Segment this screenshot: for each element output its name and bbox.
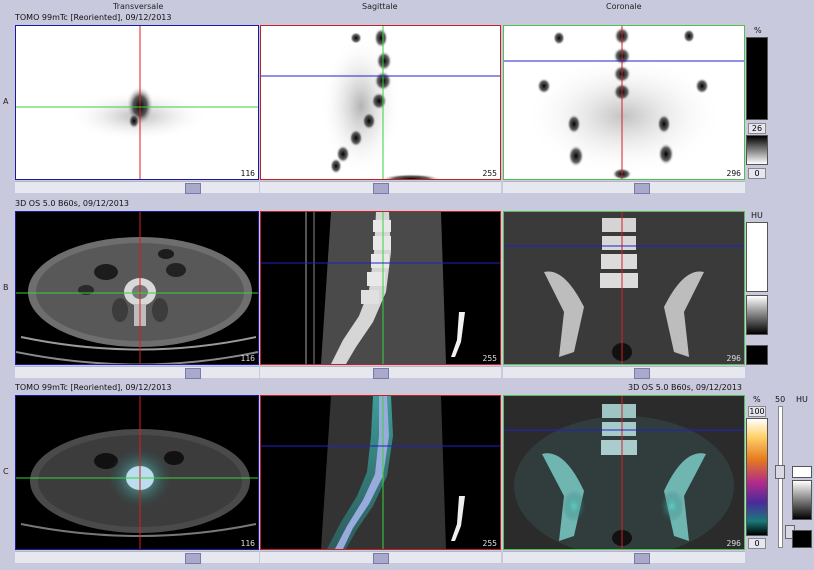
column-header-transversale: Transversale <box>113 2 164 11</box>
colorbar-b-unit: HU <box>751 211 763 220</box>
colorbar-c-pet <box>746 418 768 536</box>
slice-number-b-sagittale: 255 <box>482 354 497 363</box>
ct-transversal-image <box>16 212 258 364</box>
viewport-c-sagittale[interactable]: 255 <box>260 395 501 550</box>
colorbar-c-upper-value[interactable]: 100 <box>748 406 766 417</box>
scrollbar-b-sagittale[interactable] <box>260 366 501 379</box>
nm-sagittal-image <box>261 26 500 179</box>
series-label-row-b: 3D OS 5.0 B60s, 09/12/2013 <box>15 199 130 208</box>
scroll-thumb[interactable] <box>634 368 650 379</box>
colorbar-a-unit: % <box>754 26 762 35</box>
colorbar-b-upper <box>746 222 768 292</box>
slice-number-a-transversale: 116 <box>240 169 255 178</box>
row-label-c: C <box>3 467 9 476</box>
scrollbar-b-transversale[interactable] <box>15 366 259 379</box>
colorbar-c-lower-value[interactable]: 0 <box>748 538 766 549</box>
ct-coronal-image <box>504 212 744 364</box>
viewport-c-coronale[interactable]: 296 <box>503 395 745 550</box>
row-label-b: B <box>3 283 9 292</box>
scroll-thumb[interactable] <box>373 183 389 194</box>
fused-coronal-image <box>504 396 744 549</box>
colorbar-c-ct-lower <box>792 530 812 548</box>
row-label-a: A <box>3 97 9 106</box>
series-label-row-c-left: TOMO 99mTc [Reoriented], 09/12/2013 <box>15 383 172 392</box>
colorbar-a-upper-value[interactable]: 26 <box>748 123 766 134</box>
fused-sagittal-image <box>261 396 500 549</box>
scroll-thumb[interactable] <box>634 553 650 564</box>
nm-coronal-image <box>504 26 744 179</box>
slice-number-c-coronale: 296 <box>726 539 741 548</box>
slice-number-a-coronale: 296 <box>726 169 741 178</box>
scrollbar-c-transversale[interactable] <box>15 551 259 564</box>
colorbar-b-lower <box>746 345 768 365</box>
slice-number-b-transversale: 116 <box>240 354 255 363</box>
viewport-b-coronale[interactable]: 296 <box>503 211 745 365</box>
fused-transversal-image <box>16 396 258 549</box>
scrollbar-a-transversale[interactable] <box>15 181 259 194</box>
column-header-sagittale: Sagittale <box>362 2 398 11</box>
colorbar-a-upper <box>746 37 768 120</box>
scrollbar-c-coronale[interactable] <box>503 551 745 564</box>
series-label-row-a: TOMO 99mTc [Reoriented], 09/12/2013 <box>15 13 172 22</box>
scroll-thumb[interactable] <box>373 553 389 564</box>
viewport-c-transversale[interactable]: 116 <box>15 395 259 550</box>
colorbar-a-lower <box>746 135 768 165</box>
slice-number-c-transversale: 116 <box>240 539 255 548</box>
scrollbar-a-coronale[interactable] <box>503 181 745 194</box>
ct-sagittal-image <box>261 212 500 364</box>
colorbar-c-ct-middle <box>792 480 812 520</box>
column-header-coronale: Coronale <box>606 2 642 11</box>
slice-number-c-sagittale: 255 <box>482 539 497 548</box>
scroll-thumb[interactable] <box>185 368 201 379</box>
scrollbar-c-sagittale[interactable] <box>260 551 501 564</box>
scroll-thumb[interactable] <box>185 553 201 564</box>
scroll-thumb[interactable] <box>373 368 389 379</box>
slice-number-a-sagittale: 255 <box>482 169 497 178</box>
viewport-a-coronale[interactable]: 296 <box>503 25 745 180</box>
colorbar-c-ct-unit: HU <box>796 395 808 404</box>
viewport-b-transversale[interactable]: 116 <box>15 211 259 365</box>
colorbar-c-ct-upper <box>792 466 812 478</box>
scrollbar-a-sagittale[interactable] <box>260 181 501 194</box>
scroll-thumb[interactable] <box>185 183 201 194</box>
scrollbar-b-coronale[interactable] <box>503 366 745 379</box>
viewport-b-sagittale[interactable]: 255 <box>260 211 501 365</box>
blend-slider-knob[interactable] <box>775 465 785 479</box>
slice-number-b-coronale: 296 <box>726 354 741 363</box>
series-label-row-c-right: 3D OS 5.0 B60s, 09/12/2013 <box>628 383 743 392</box>
scroll-thumb[interactable] <box>634 183 650 194</box>
colorbar-a-lower-value[interactable]: 0 <box>748 168 766 179</box>
nm-transversal-image <box>16 26 258 179</box>
colorbar-c-unit: % <box>753 395 761 404</box>
viewport-a-sagittale[interactable]: 255 <box>260 25 501 180</box>
blend-slider-value: 50 <box>775 395 786 404</box>
colorbar-b-middle <box>746 295 768 335</box>
viewport-a-transversale[interactable]: 116 <box>15 25 259 180</box>
